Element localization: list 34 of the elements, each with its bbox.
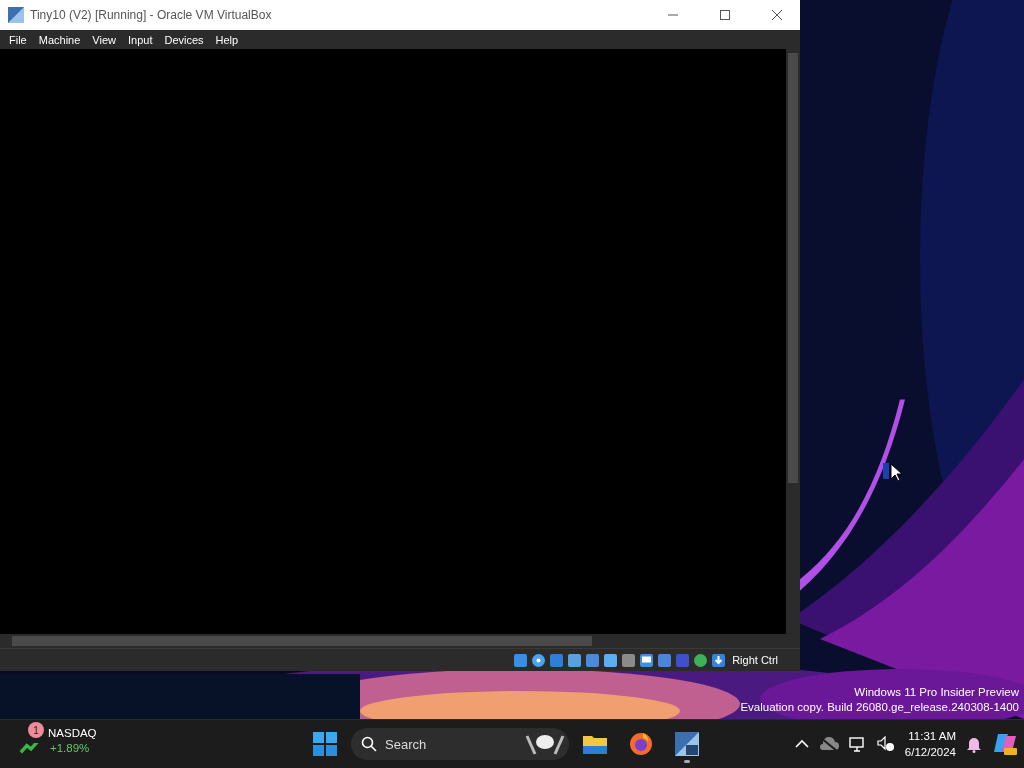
copilot-icon[interactable]: [992, 732, 1018, 756]
stock-change: +1.89%: [49, 741, 91, 756]
menu-item[interactable]: View: [86, 33, 122, 46]
watermark-text: Windows 11 Pro Insider Preview: [853, 685, 1019, 700]
search-icon: [361, 736, 377, 752]
close-icon: [772, 10, 782, 20]
speaker-muted-icon[interactable]: [876, 736, 895, 752]
bell-icon[interactable]: [966, 735, 982, 753]
download-icon[interactable]: [711, 652, 727, 668]
menu-item[interactable]: Input: [121, 33, 159, 46]
menu-item[interactable]: File: [3, 33, 33, 46]
menu-item[interactable]: Devices: [158, 33, 210, 46]
chevron-up-icon[interactable]: [794, 739, 809, 749]
window-title: Tiny10 (V2) [Running] - Oracle VM VirtualBox: [30, 8, 273, 22]
disc-icon[interactable]: [531, 652, 547, 668]
menu-item[interactable]: Machine: [32, 33, 87, 46]
browser-icon: [629, 732, 653, 756]
maximize-icon: [720, 10, 730, 20]
watermark-text: Evaluation copy. Build 26080.ge_release.240308-1400: [740, 700, 1019, 715]
app-icon: [674, 731, 700, 757]
search-label: Search: [385, 736, 428, 752]
stock-name: NASDAQ: [48, 726, 97, 741]
app-icon: [8, 7, 24, 23]
monitor-icon[interactable]: [639, 652, 655, 668]
horizontal-scrollbar[interactable]: [0, 634, 800, 648]
search-box[interactable]: Search: [351, 728, 569, 760]
clock-date[interactable]: 6/12/2024: [904, 744, 956, 760]
cursor-icon: [883, 462, 903, 484]
windows-logo-icon: [313, 732, 337, 756]
cloud-off-icon[interactable]: [818, 737, 839, 751]
notification-badge: 1: [28, 722, 44, 738]
host-key-label: Right Ctrl: [732, 654, 778, 666]
menu-item[interactable]: Help: [209, 33, 245, 46]
clock-time[interactable]: 11:31 AM: [908, 728, 956, 744]
